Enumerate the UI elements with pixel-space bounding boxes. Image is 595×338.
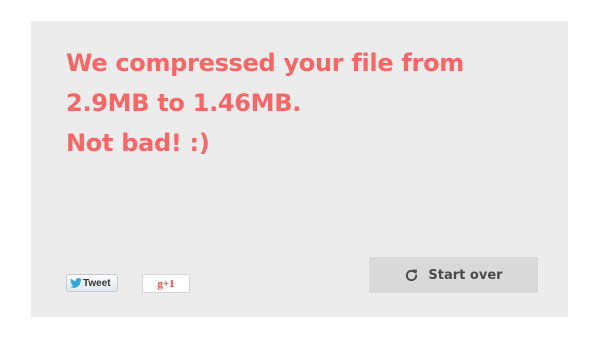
- start-over-label: Start over: [428, 267, 503, 283]
- result-line-2: 2.9MB to 1.46MB.: [66, 89, 302, 117]
- start-over-button[interactable]: Start over: [369, 257, 538, 293]
- refresh-icon: [406, 268, 418, 281]
- result-line-1: We compressed your file from: [66, 49, 464, 77]
- tweet-button[interactable]: Tweet: [66, 274, 118, 292]
- compression-result-message: We compressed your file from 2.9MB to 1.…: [66, 43, 464, 163]
- tweet-label: Tweet: [83, 277, 111, 289]
- result-line-3: Not bad! :): [66, 129, 210, 157]
- google-plus-one-button[interactable]: g+1: [142, 274, 190, 293]
- twitter-bird-icon: [70, 278, 82, 288]
- gplus-label: g+1: [157, 277, 175, 290]
- result-panel: We compressed your file from 2.9MB to 1.…: [31, 21, 568, 317]
